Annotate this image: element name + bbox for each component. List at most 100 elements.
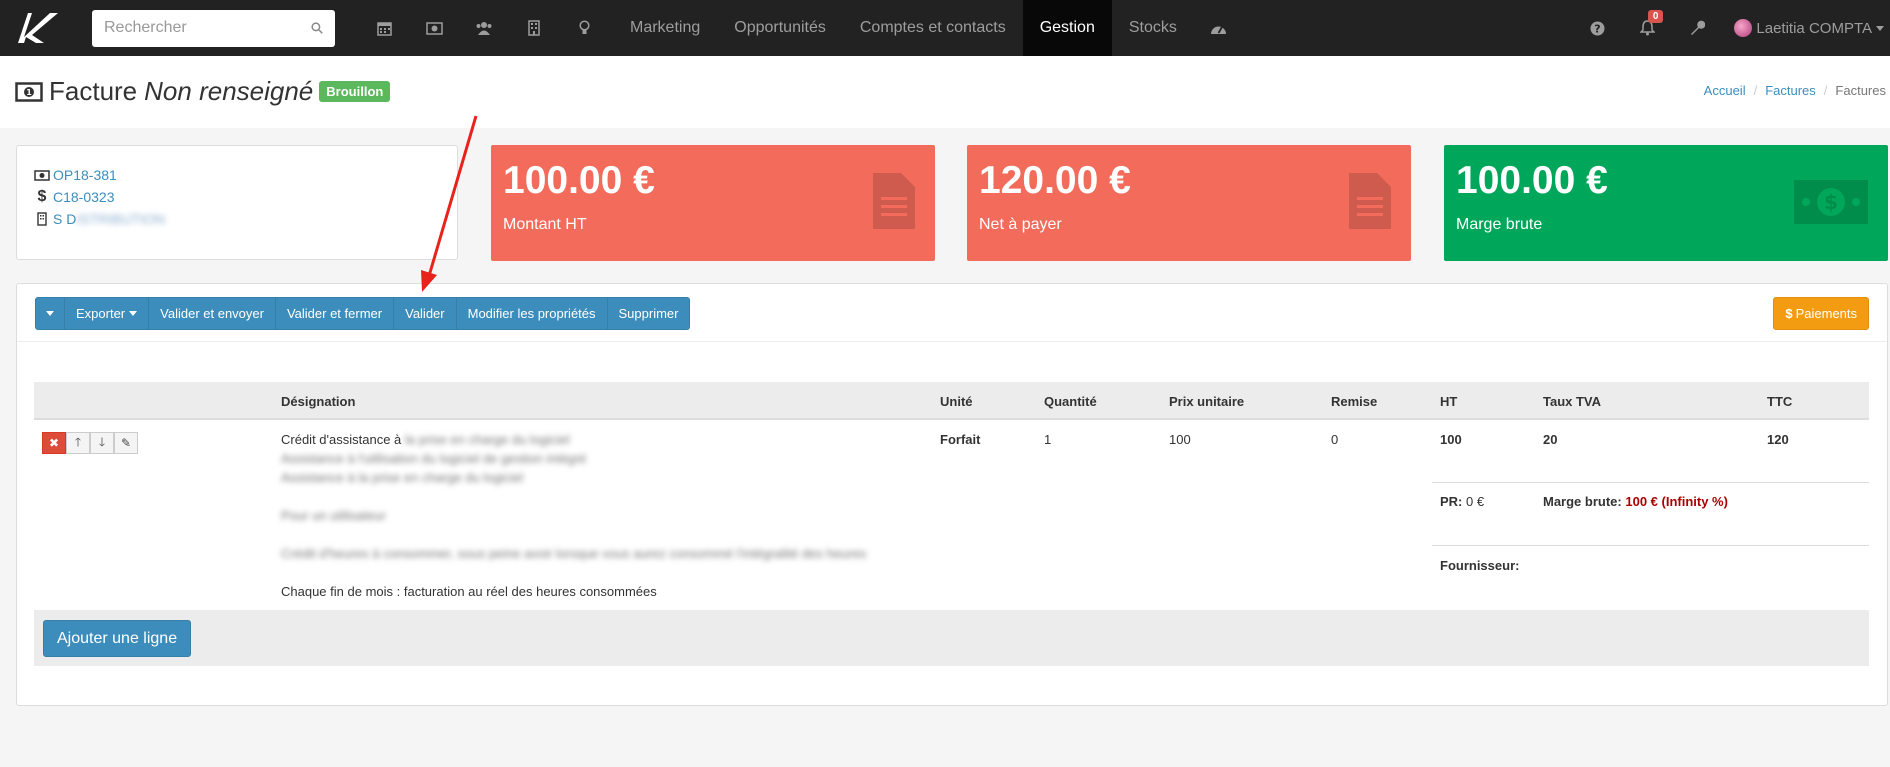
money-icon[interactable] [409,0,459,56]
nav-opportunites[interactable]: Opportunités [717,0,843,56]
nav-marketing[interactable]: Marketing [613,0,717,56]
cell-quantite: 1 [1044,432,1052,447]
ref-company[interactable]: S D ISTRIBUTION [34,208,457,230]
designation-blurred: Crédit d'heures à consommer, sous peine … [281,546,867,561]
cell-remise: 0 [1331,432,1339,447]
search-input[interactable] [104,19,311,37]
nav-stocks[interactable]: Stocks [1112,0,1194,56]
svg-text:$: $ [1824,190,1838,214]
add-line-button[interactable]: Ajouter une ligne [43,620,192,657]
designation-blank [281,563,911,582]
dropdown-toggle-button[interactable] [35,297,65,330]
document-icon [1349,173,1391,229]
money-icon: 1 [15,81,43,102]
arrow-up-icon[interactable]: 🡑 [66,432,90,454]
nav-comptes-contacts[interactable]: Comptes et contacts [843,0,1023,56]
export-button[interactable]: Exporter [65,297,150,330]
col-taux-tva: Taux TVA [1543,394,1602,409]
help-icon[interactable]: ? [1572,0,1622,56]
avatar [1734,19,1753,37]
table-footer: Ajouter une ligne [34,610,1869,666]
invoice-panel: Exporter Valider et envoyer Valider et f… [16,283,1888,706]
pr-value: 0 € [1466,494,1485,509]
stat-value: 100.00 € [1456,159,1608,202]
validate-send-button[interactable]: Valider et envoyer [149,297,276,330]
stat-label: Net à payer [979,216,1062,233]
delete-button[interactable]: Supprimer [607,297,691,330]
breadcrumb-factures[interactable]: Factures [1765,83,1816,98]
stat-net-a-payer: 120.00 € Net à payer [967,145,1411,261]
payments-label: Paiements [1795,306,1857,321]
ref-opportunity[interactable]: OP18-381 [34,164,457,186]
ref-account[interactable]: $ C18-0323 [34,186,457,208]
search-box [92,9,335,47]
payments-button[interactable]: $ Paiements [1773,297,1869,330]
ref-account-link[interactable]: C18-0323 [53,186,115,208]
ref-opportunity-link[interactable]: OP18-381 [53,164,117,186]
invoice-lines-table: Désignation Unité Quantité Prix unitaire… [34,382,1869,666]
col-unite: Unité [940,394,973,409]
dollar-icon: $ [1785,306,1793,321]
designation-line: Chaque fin de mois : facturation au réel… [281,584,657,599]
page-header: 1 Facture Non renseigné Brouillon Accuei… [0,56,1890,128]
svg-text:?: ? [1594,22,1600,35]
stat-value: 100.00 € [503,159,655,202]
dollar-icon: $ [37,188,47,205]
delete-line-icon[interactable]: ✖ [42,432,66,454]
col-ht: HT [1440,394,1458,409]
col-prix-unitaire: Prix unitaire [1169,394,1245,409]
caret-down-icon [129,311,138,316]
stat-label: Montant HT [503,216,587,233]
ref-company-blurred: ISTRIBUTION [76,211,166,227]
designation-blurred: Pour un utilisateur [281,508,386,523]
arrow-down-icon[interactable]: 🡓 [90,432,114,454]
cell-ht: 100 [1440,432,1462,447]
col-ttc: TTC [1767,394,1793,409]
cell-fournisseur: Fournisseur: [1440,558,1520,573]
title-text: Facture [49,76,138,106]
validate-button[interactable]: Valider [394,297,457,330]
col-designation: Désignation [281,394,356,409]
stat-label: Marge brute [1456,216,1543,233]
chevron-down-icon [1876,25,1884,31]
building-icon[interactable] [509,0,559,56]
margin-value: 100 € (Infinity %) [1625,494,1728,509]
divider [1432,482,1869,483]
notifications-icon[interactable]: 0 [1622,0,1672,56]
ref-company-link[interactable]: S D [53,208,76,230]
status-badge: Brouillon [319,81,391,102]
cell-marge: Marge brute: 100 € (Infinity %) [1543,494,1728,509]
edit-properties-button[interactable]: Modifier les propriétés [456,297,608,330]
user-name: Laetitia COMPTA [1756,19,1872,37]
breadcrumb: Accueil / Factures / Factures [1703,83,1886,98]
top-navbar: Marketing Opportunités Comptes et contac… [0,0,1890,56]
breadcrumb-current: Factures [1835,83,1886,98]
dashboard-icon[interactable] [1194,0,1244,56]
logo-icon [18,13,58,43]
building-icon [34,212,50,226]
search-icon[interactable] [311,20,323,36]
app-logo[interactable] [0,0,74,56]
nav-gestion[interactable]: Gestion [1022,0,1112,56]
stat-marge-brute: 100.00 € Marge brute $ [1444,145,1888,261]
action-toolbar: Exporter Valider et envoyer Valider et f… [35,297,691,330]
users-icon[interactable] [459,0,509,56]
lightbulb-icon[interactable] [559,0,609,56]
breadcrumb-accueil[interactable]: Accueil [1704,83,1746,98]
svg-text:1: 1 [26,88,32,97]
edit-icon[interactable]: ✎ [114,432,138,454]
calendar-icon[interactable] [359,0,409,56]
document-icon [873,173,915,229]
row-actions: ✖ 🡑 🡓 ✎ [42,432,138,454]
notification-count-badge: 0 [1647,10,1664,23]
col-quantite: Quantité [1044,394,1097,409]
page-title: 1 Facture Non renseigné Brouillon [15,76,391,107]
table-row: ✖ 🡑 🡓 ✎ Crédit d'assistance à la prise e… [34,420,1869,610]
wrench-icon[interactable] [1672,0,1722,56]
user-menu[interactable]: Laetitia COMPTA [1722,19,1890,37]
cell-prix-unitaire: 100 [1169,432,1191,447]
validate-close-button[interactable]: Valider et fermer [275,297,395,330]
designation-blurred: la prise en charge du logiciel [404,432,570,447]
col-remise: Remise [1331,394,1378,409]
title-status-text: Non renseigné [144,76,314,106]
